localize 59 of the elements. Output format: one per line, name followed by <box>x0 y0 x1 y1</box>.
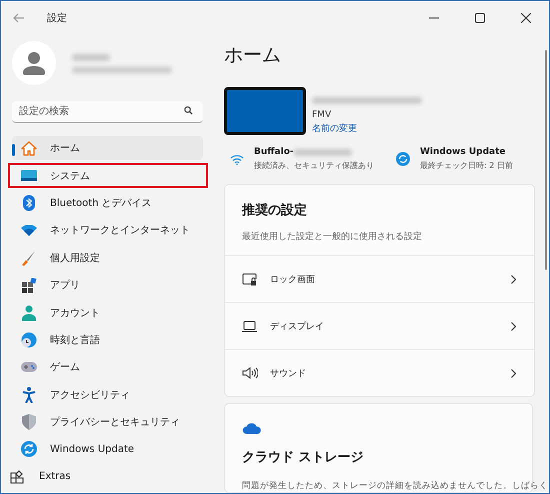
nav-item[interactable]: ゲーム <box>12 355 203 380</box>
search-icon <box>184 106 193 115</box>
blurred-name <box>72 54 110 60</box>
sync-icon <box>396 152 410 166</box>
puzzle-icon <box>10 470 24 484</box>
nav-item[interactable]: Windows Update <box>12 437 203 462</box>
nav-item[interactable]: Bluetooth とデバイス <box>12 190 203 216</box>
status-title: Buffalo- <box>254 147 294 157</box>
nav-item[interactable]: アクセシビリティ <box>12 382 203 407</box>
rename-link[interactable]: 名前の変更 <box>312 122 422 135</box>
card-subtitle: 最近使用した設定と一般的に使用される設定 <box>242 230 422 243</box>
sync-icon <box>21 441 37 458</box>
speaker-icon <box>242 367 258 379</box>
nav-item[interactable]: ネットワークとインターネット <box>12 218 203 243</box>
nav-item[interactable]: アカウント <box>12 300 203 325</box>
status-detail: 最終チェック日時: 2 日前 <box>420 160 513 171</box>
settings-row[interactable]: ロック画面 <box>225 256 534 303</box>
nav-item[interactable]: ホーム <box>12 136 203 160</box>
avatar-icon <box>12 41 56 85</box>
cloud-icon <box>242 422 262 434</box>
shield-icon <box>22 414 36 430</box>
lock-screen-icon <box>242 272 257 286</box>
bluetooth-icon <box>23 194 35 211</box>
wifi-icon <box>230 154 244 164</box>
nav-item[interactable]: 個人用設定 <box>12 246 203 270</box>
chevron-icon <box>511 322 516 330</box>
nav-item[interactable]: 時刻と言語 <box>12 328 203 352</box>
nav-item[interactable]: システム <box>8 163 208 188</box>
card-title: 推奨の設定 <box>242 202 307 219</box>
monitor-icon <box>21 170 37 182</box>
card-title: クラウド ストレージ <box>242 449 364 466</box>
window-title: 設定 <box>47 12 67 25</box>
accessibility-icon <box>22 386 36 403</box>
page-title: ホーム <box>224 43 281 67</box>
wifi-icon <box>21 224 37 236</box>
scrollbar[interactable] <box>545 50 547 270</box>
error-message: 問題が発生したため、ストレージの詳細を読み込めませんでした。しばらく <box>242 480 548 492</box>
chevron-icon <box>511 274 516 284</box>
nav-item[interactable]: プライバシーとセキュリティ <box>12 410 203 434</box>
gamepad-icon <box>21 362 37 372</box>
status-title: Windows Update <box>420 147 506 157</box>
maximize-icon[interactable] <box>475 13 485 23</box>
person-icon <box>22 304 36 321</box>
status-detail: 接続済み、セキュリティ保護あり <box>254 160 374 171</box>
blurred-network-name <box>294 148 352 156</box>
search-field[interactable]: 設定の検索 <box>12 101 203 123</box>
brush-icon <box>22 250 36 266</box>
nav-item[interactable]: アプリ <box>12 272 203 298</box>
nav-item[interactable]: Extras <box>10 466 71 488</box>
device-model: FMV <box>312 110 332 120</box>
apps-icon <box>22 278 36 293</box>
settings-row[interactable]: ディスプレイ <box>225 303 534 350</box>
close-icon[interactable] <box>521 13 531 23</box>
settings-row[interactable]: サウンド <box>225 350 534 396</box>
laptop-icon <box>242 320 257 332</box>
globe-clock-icon <box>21 332 37 348</box>
house-icon <box>21 140 37 156</box>
chevron-icon <box>511 368 516 378</box>
back-arrow-icon[interactable] <box>13 13 25 23</box>
